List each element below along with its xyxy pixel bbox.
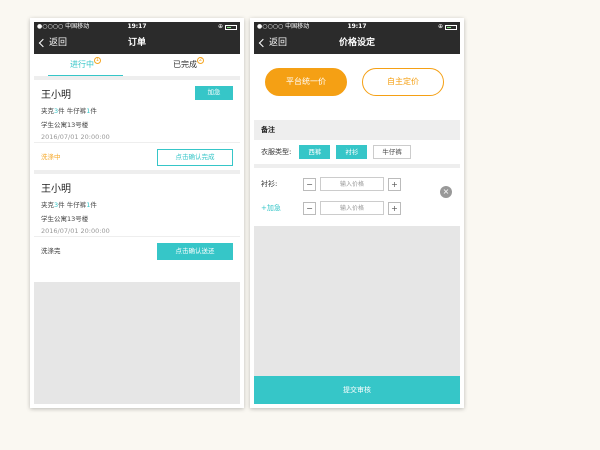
decrement-button[interactable]: − (303, 177, 316, 191)
tab-label: 进行中 (70, 60, 94, 69)
back-label: 返回 (269, 38, 288, 48)
increment-button[interactable]: + (388, 177, 401, 191)
custom-price-button[interactable]: 自主定价 (362, 68, 444, 96)
confirm-return-button[interactable]: 点击确认送还 (157, 243, 233, 260)
price-row: 衬衫: − + (261, 176, 401, 192)
empty-area (254, 226, 460, 376)
order-items: 夹克3件 牛仔裤1件 (41, 199, 233, 209)
lock-icon: ⊕ (437, 23, 443, 30)
order-footer: 洗涤完 点击确认送还 (34, 236, 240, 264)
chevron-left-icon (258, 38, 268, 48)
back-button[interactable]: 返回 (38, 32, 68, 54)
order-address: 学生公寓13号楼 (41, 121, 89, 129)
tab-badge: 1 (94, 57, 101, 64)
tab-label: 已完成 (173, 60, 197, 69)
nav-bar: 返回 订单 (34, 32, 240, 54)
increment-button[interactable]: + (388, 201, 401, 215)
order-body: 王小明 夹克3件 牛仔裤1件 学生公寓13号楼 2016/07/01 20:00… (34, 80, 240, 142)
clothes-type-chip[interactable]: 衬衫 (336, 145, 368, 159)
price-row: +加急 − + (261, 200, 401, 216)
urgent-button[interactable]: 加急 (195, 86, 233, 100)
status-badge: 洗涤中 (41, 153, 61, 161)
status-icons: ⊕ (218, 22, 237, 32)
nav-bar: 返回 价格设定 (254, 32, 460, 54)
chevron-left-icon (38, 38, 48, 48)
clothes-type-label: 衣服类型: (261, 148, 292, 156)
orders-screen: ●○○○○ 中国移动 19:17 ⊕ 返回 订单 进行中 1 已完成 2 王小明… (34, 22, 240, 404)
item-text: 件 (90, 107, 97, 115)
empty-area (34, 282, 240, 404)
price-row-label: 衬衫: (261, 180, 278, 188)
item-text: 件 (90, 201, 97, 209)
decrement-button[interactable]: − (303, 201, 316, 215)
lock-icon: ⊕ (217, 23, 223, 30)
clothes-type-chip[interactable]: 牛仔裤 (373, 145, 411, 159)
order-card: 王小明 夹克3件 牛仔裤1件 学生公寓13号楼 2016/07/01 20:00… (34, 80, 240, 174)
order-footer: 洗涤中 点击确认完成 (34, 142, 240, 170)
order-card: 王小明 夹克3件 牛仔裤1件 学生公寓13号楼 2016/07/01 20:00… (34, 174, 240, 264)
item-text: 件 牛仔裤 (58, 201, 87, 209)
pricing-phone: ●○○○○ 中国移动 19:17 ⊕ 返回 价格设定 平台统一价 自主定价 备注… (250, 18, 464, 408)
status-time: 19:17 (127, 23, 147, 30)
price-mode-selector: 平台统一价 自主定价 (254, 54, 460, 120)
battery-icon (445, 24, 457, 30)
order-tabs: 进行中 1 已完成 2 (34, 54, 240, 80)
order-items: 夹克3件 牛仔裤1件 (41, 105, 233, 115)
status-bar: ●○○○○ 中国移动 19:17 ⊕ (254, 22, 460, 32)
battery-icon (225, 24, 237, 30)
close-icon[interactable]: × (440, 186, 452, 198)
order-datetime: 2016/07/01 20:00:00 (41, 133, 110, 141)
order-datetime: 2016/07/01 20:00:00 (41, 227, 110, 235)
clothes-type-row: 衣服类型: 西裤 衬衫 牛仔裤 (254, 140, 460, 168)
order-body: 王小明 夹克3件 牛仔裤1件 学生公寓13号楼 2016/07/01 20:00… (34, 174, 240, 236)
price-input[interactable] (320, 201, 384, 215)
back-label: 返回 (49, 38, 68, 48)
price-input[interactable] (320, 177, 384, 191)
item-text: 件 牛仔裤 (58, 107, 87, 115)
status-badge: 洗涤完 (41, 247, 61, 255)
item-text: 夹克 (41, 201, 54, 209)
back-button[interactable]: 返回 (258, 32, 288, 54)
submit-review-button[interactable]: 提交审核 (254, 376, 460, 404)
customer-name: 王小明 (41, 184, 71, 195)
status-time: 19:17 (347, 23, 367, 30)
order-address: 学生公寓13号楼 (41, 215, 89, 223)
confirm-complete-button[interactable]: 点击确认完成 (157, 149, 233, 166)
item-text: 夹克 (41, 107, 54, 115)
platform-price-button[interactable]: 平台统一价 (265, 68, 347, 96)
orders-phone: ●○○○○ 中国移动 19:17 ⊕ 返回 订单 进行中 1 已完成 2 王小明… (30, 18, 244, 408)
pricing-screen: ●○○○○ 中国移动 19:17 ⊕ 返回 价格设定 平台统一价 自主定价 备注… (254, 22, 460, 404)
tab-badge: 2 (197, 57, 204, 64)
price-row-label[interactable]: +加急 (261, 203, 299, 213)
tab-in-progress[interactable]: 进行中 1 (34, 54, 137, 76)
status-bar: ●○○○○ 中国移动 19:17 ⊕ (34, 22, 240, 32)
clothes-type-chip[interactable]: 西裤 (299, 145, 331, 159)
status-icons: ⊕ (438, 22, 457, 32)
price-entry-block: 衬衫: − + +加急 − + × (254, 168, 460, 224)
remark-section-label: 备注 (254, 120, 460, 140)
tab-completed[interactable]: 已完成 2 (137, 54, 240, 76)
